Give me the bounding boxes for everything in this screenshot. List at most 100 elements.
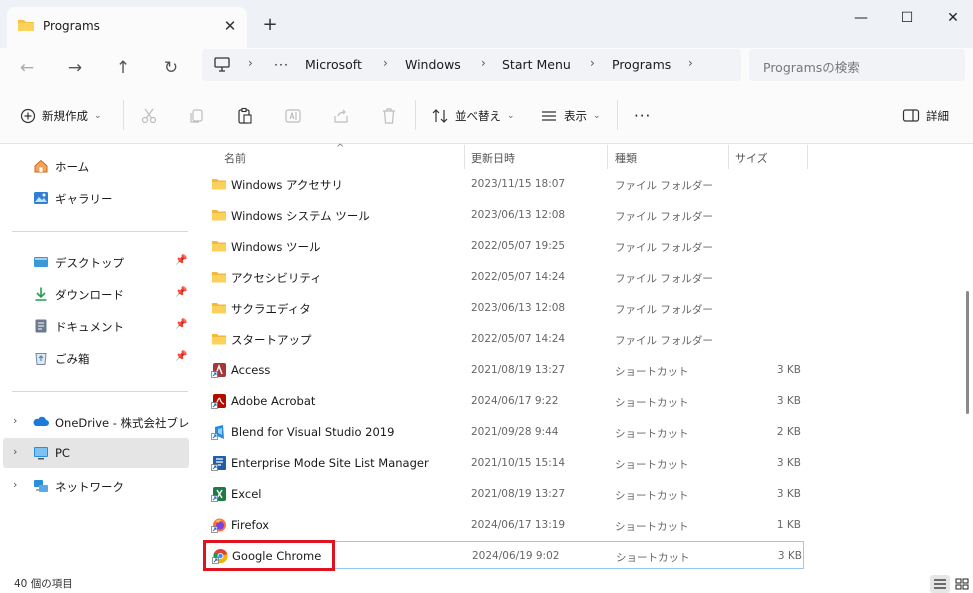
sidebar-item-gallery[interactable]: ギャラリー: [3, 183, 189, 213]
file-date: 2024/06/17 13:19: [471, 519, 566, 531]
toolbar-divider: [617, 100, 618, 130]
file-name: Blend for Visual Studio 2019: [231, 425, 395, 439]
share-button[interactable]: [332, 102, 350, 130]
view-button[interactable]: 表示 ⌄: [540, 102, 601, 130]
breadcrumb-microsoft[interactable]: Microsoft: [305, 57, 362, 72]
refresh-button[interactable]: ↻: [156, 53, 186, 83]
chevron-right-icon[interactable]: ›: [13, 445, 17, 458]
sidebar-item-label: ドキュメント: [55, 320, 124, 334]
file-row[interactable]: Adobe Acrobat 2024/06/17 9:22 ショートカット 3 …: [203, 387, 803, 415]
tiles-view-icon: [955, 578, 969, 590]
chevron-right-icon[interactable]: ›: [13, 414, 17, 427]
file-row[interactable]: スタートアップ 2022/05/07 14:24 ファイル フォルダー: [203, 325, 803, 353]
column-divider[interactable]: [807, 145, 808, 169]
tab-title: Programs: [43, 19, 100, 33]
sidebar-item-label: OneDrive - 株式会社ブレイン: [55, 416, 189, 430]
file-row[interactable]: Firefox 2024/06/17 13:19 ショートカット 1 KB: [203, 511, 803, 539]
file-row[interactable]: Enterprise Mode Site List Manager 2021/1…: [203, 449, 803, 477]
sidebar-item-pc[interactable]: › PC: [3, 438, 189, 468]
file-row[interactable]: Excel 2021/08/19 13:27 ショートカット 3 KB: [203, 480, 803, 508]
chevron-right-icon[interactable]: ›: [688, 56, 693, 70]
file-row[interactable]: Access 2021/08/19 13:27 ショートカット 3 KB: [203, 356, 803, 384]
file-row[interactable]: Windows アクセサリ 2023/11/15 18:07 ファイル フォルダ…: [203, 170, 803, 198]
file-date: 2022/05/07 14:24: [471, 333, 566, 345]
sidebar-item-home[interactable]: ホーム: [3, 151, 189, 181]
up-button[interactable]: ↑: [108, 53, 138, 83]
file-date: 2023/06/13 12:08: [471, 209, 566, 221]
file-row[interactable]: Windows ツール 2022/05/07 19:25 ファイル フォルダー: [203, 232, 803, 260]
tiles-view-button[interactable]: [952, 575, 972, 593]
delete-button[interactable]: [380, 102, 398, 130]
sidebar-item-desktop[interactable]: デスクトップ 📌: [3, 247, 189, 277]
file-row[interactable]: アクセシビリティ 2022/05/07 14:24 ファイル フォルダー: [203, 263, 803, 291]
status-bar: 40 個の項目: [0, 575, 973, 593]
column-header-name[interactable]: 名前: [224, 145, 246, 169]
column-divider[interactable]: [464, 145, 465, 169]
column-header-type[interactable]: 種類: [615, 145, 637, 169]
close-button[interactable]: ✕: [930, 4, 973, 32]
paste-button[interactable]: [236, 102, 254, 130]
desktop-icon: [34, 257, 48, 267]
details-pane-button[interactable]: 詳細: [902, 102, 949, 130]
minimize-button[interactable]: —: [838, 4, 884, 32]
file-date: 2022/05/07 19:25: [471, 240, 566, 252]
sort-button[interactable]: 並べ替え ⌄: [431, 102, 515, 130]
sidebar-item-recycle-bin[interactable]: ごみ箱 📌: [3, 343, 189, 373]
download-icon: [35, 287, 47, 301]
file-size: 2 KB: [776, 426, 801, 438]
breadcrumb-programs[interactable]: Programs: [612, 57, 671, 72]
more-options-button[interactable]: ···: [634, 102, 651, 130]
command-bar: 新規作成 ⌄ 並べ替え ⌄ 表示 ⌄ ··· 詳細: [0, 88, 973, 144]
column-divider[interactable]: [607, 145, 608, 169]
tab-programs[interactable]: Programs ✕: [7, 7, 247, 48]
chevron-right-icon[interactable]: ›: [13, 478, 17, 491]
file-type: ファイル フォルダー: [615, 180, 713, 192]
breadcrumb-windows[interactable]: Windows: [405, 57, 461, 72]
search-box[interactable]: Programsの検索: [749, 49, 965, 81]
back-button[interactable]: ←: [12, 53, 42, 83]
details-view-button[interactable]: [930, 575, 950, 593]
recycle-bin-icon: [35, 353, 47, 365]
sidebar-item-documents[interactable]: ドキュメント 📌: [3, 311, 189, 341]
maximize-button[interactable]: ☐: [884, 4, 930, 32]
breadcrumb-overflow[interactable]: ···: [274, 57, 289, 72]
folder-icon: [212, 303, 226, 314]
sidebar-item-label: デスクトップ: [55, 256, 124, 270]
column-divider[interactable]: [728, 145, 729, 169]
address-bar[interactable]: › ··· Microsoft › Windows › Start Menu ›…: [202, 49, 741, 81]
file-type: ファイル フォルダー: [615, 273, 713, 285]
breadcrumb-start-menu[interactable]: Start Menu: [502, 57, 571, 72]
sidebar-item-label: ごみ箱: [55, 352, 90, 366]
file-type: ファイル フォルダー: [615, 335, 713, 347]
file-row[interactable]: Windows システム ツール 2023/06/13 12:08 ファイル フ…: [203, 201, 803, 229]
cut-button[interactable]: [140, 102, 158, 130]
details-view-icon: [934, 579, 946, 589]
sidebar-item-onedrive[interactable]: › OneDrive - 株式会社ブレイン: [3, 407, 189, 437]
pc-icon: [34, 447, 48, 460]
copy-button[interactable]: [188, 102, 206, 130]
pin-icon[interactable]: 📌: [175, 255, 187, 266]
sidebar-item-downloads[interactable]: ダウンロード 📌: [3, 279, 189, 309]
tab-close-icon[interactable]: ✕: [219, 15, 241, 37]
file-size: 3 KB: [777, 550, 802, 562]
file-type: ファイル フォルダー: [615, 304, 713, 316]
documents-icon: [35, 319, 47, 333]
file-name: Firefox: [231, 518, 270, 532]
pin-icon[interactable]: 📌: [175, 319, 187, 330]
rename-button[interactable]: [284, 102, 302, 130]
new-button[interactable]: 新規作成 ⌄: [20, 102, 102, 130]
title-bar: Programs ✕ + — ☐ ✕: [0, 0, 973, 48]
column-header-size[interactable]: サイズ: [735, 145, 768, 169]
sidebar-item-network[interactable]: › ネットワーク: [3, 471, 189, 501]
scrollbar-thumb[interactable]: [966, 291, 969, 414]
pin-icon[interactable]: 📌: [175, 287, 187, 298]
column-header-date[interactable]: 更新日時: [471, 145, 515, 169]
file-row[interactable]: サクラエディタ 2023/06/13 12:08 ファイル フォルダー: [203, 294, 803, 322]
sidebar-item-label: PC: [55, 446, 70, 460]
pin-icon[interactable]: 📌: [175, 351, 187, 362]
forward-button[interactable]: →: [60, 53, 90, 83]
new-tab-button[interactable]: +: [259, 13, 281, 35]
file-row[interactable]: Blend for Visual Studio 2019 2021/09/28 …: [203, 418, 803, 446]
chevron-down-icon: ⌄: [593, 111, 601, 121]
copy-icon: [190, 109, 203, 123]
